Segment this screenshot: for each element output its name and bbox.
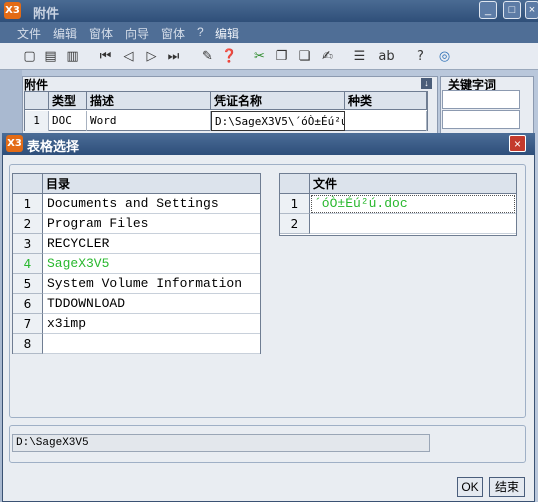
- attachments-grid: 类型 描述 凭证名称 种类 1 DOC Word D:\SageX3V5\´óÒ…: [24, 91, 428, 131]
- attachment-type-cell[interactable]: DOC: [49, 111, 87, 131]
- panel-menu-icon[interactable]: ↓: [421, 78, 432, 89]
- background-title-bar: [0, 0, 538, 22]
- edit-icon[interactable]: ✍: [319, 48, 336, 65]
- attachment-kind-cell[interactable]: [345, 111, 427, 131]
- text-icon[interactable]: ab: [378, 48, 395, 65]
- file-item-selected[interactable]: ´óÒ±Éú²ú.doc: [310, 194, 516, 214]
- menu-edit-2[interactable]: 编辑: [215, 25, 239, 42]
- file-column-header[interactable]: 文件: [310, 174, 516, 194]
- row-number: 2: [13, 214, 43, 234]
- maximize-button[interactable]: □: [503, 1, 521, 19]
- paste-icon[interactable]: ❏: [296, 48, 313, 65]
- row-number-header: [25, 92, 49, 110]
- row-number: 7: [13, 314, 43, 334]
- first-record-icon[interactable]: ⏮: [97, 48, 114, 65]
- directory-item[interactable]: System Volume Information: [43, 274, 260, 294]
- column-header-type[interactable]: 类型: [49, 92, 87, 110]
- keyword-input-2[interactable]: [442, 110, 520, 129]
- copy-icon[interactable]: ❐: [273, 48, 290, 65]
- menu-bar: 文件 编辑 窗体 向导 窗体 ? 编辑: [0, 22, 538, 43]
- previous-record-icon[interactable]: ◁: [120, 48, 137, 65]
- menu-file[interactable]: 文件: [17, 25, 41, 42]
- cut-icon[interactable]: ✂: [251, 48, 268, 65]
- x3-logo-icon: X3: [6, 135, 23, 152]
- row-number: 1: [13, 194, 43, 214]
- directory-item[interactable]: RECYCLER: [43, 234, 260, 254]
- path-field[interactable]: D:\SageX3V5: [12, 434, 430, 452]
- dialog-title-bar: [2, 133, 535, 155]
- attachment-description-cell[interactable]: Word: [87, 111, 211, 131]
- row-number: 1: [25, 111, 49, 131]
- menu-wizard[interactable]: 向导: [125, 25, 149, 42]
- directory-item-selected[interactable]: SageX3V5: [43, 254, 260, 274]
- print-icon[interactable]: ▤: [42, 48, 59, 65]
- column-header-description[interactable]: 描述: [87, 92, 211, 110]
- directory-column-header[interactable]: 目录: [43, 174, 260, 194]
- background-window-title: 附件: [33, 6, 60, 21]
- list-icon[interactable]: ☰: [351, 48, 368, 65]
- column-header-kind[interactable]: 种类: [345, 92, 427, 110]
- row-number: 4: [13, 254, 43, 274]
- row-number: 6: [13, 294, 43, 314]
- directory-item[interactable]: Documents and Settings: [43, 194, 260, 214]
- file-grid: 文件 1 ´óÒ±Éú²ú.doc 2: [279, 173, 517, 236]
- ok-button[interactable]: OK: [457, 477, 483, 497]
- row-number: 1: [280, 194, 310, 214]
- last-record-icon[interactable]: ⏭: [165, 48, 182, 65]
- menu-window[interactable]: 窗体: [89, 25, 113, 42]
- directory-item[interactable]: TDDOWNLOAD: [43, 294, 260, 314]
- question-icon[interactable]: ?: [412, 48, 429, 65]
- row-number: 8: [13, 334, 43, 354]
- attach-icon[interactable]: ✎: [199, 48, 216, 65]
- row-number-header: [13, 174, 43, 194]
- end-button[interactable]: 结束: [489, 477, 525, 497]
- menu-edit[interactable]: 编辑: [53, 25, 77, 42]
- directory-item[interactable]: x3imp: [43, 314, 260, 334]
- x3-logo-icon: X3: [4, 2, 21, 19]
- search-icon[interactable]: ◎: [436, 48, 453, 65]
- dialog-title: 表格选择: [27, 139, 80, 154]
- help-icon[interactable]: ❓: [221, 48, 238, 65]
- directory-grid: 目录 1 Documents and Settings 2 Program Fi…: [12, 173, 261, 354]
- background-close-button[interactable]: ×: [525, 1, 538, 19]
- file-item[interactable]: [310, 214, 516, 234]
- directory-item[interactable]: [43, 334, 260, 354]
- row-number: 5: [13, 274, 43, 294]
- dialog-close-button[interactable]: ×: [509, 135, 526, 152]
- menu-help[interactable]: ?: [197, 25, 204, 39]
- row-number: 3: [13, 234, 43, 254]
- keyword-input-1[interactable]: [442, 90, 520, 109]
- menu-window-2[interactable]: 窗体: [161, 25, 185, 42]
- directory-item[interactable]: Program Files: [43, 214, 260, 234]
- minimize-button[interactable]: _: [479, 1, 497, 19]
- attachment-name-cell[interactable]: D:\SageX3V5\´óÒ±Éú²ú.: [211, 111, 345, 131]
- next-record-icon[interactable]: ▷: [143, 48, 160, 65]
- print-preview-icon[interactable]: ▥: [64, 48, 81, 65]
- column-header-document-name[interactable]: 凭证名称: [211, 92, 345, 110]
- toolbar: ▢ ▤ ▥ ⏮ ◁ ▷ ⏭ ✎ ❓ ✂ ❐ ❏ ✍ ☰ ab ? ◎: [0, 43, 538, 70]
- row-number-header: [280, 174, 310, 194]
- row-number: 2: [280, 214, 310, 234]
- new-icon[interactable]: ▢: [21, 48, 38, 65]
